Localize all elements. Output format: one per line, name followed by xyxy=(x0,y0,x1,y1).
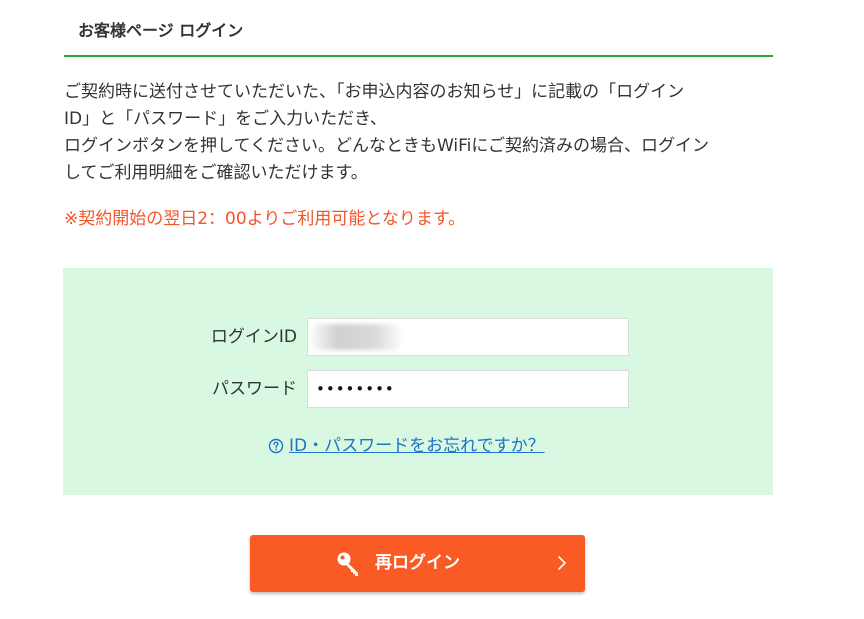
forgot-link-text[interactable]: ID・パスワードをお忘れですか？ xyxy=(289,435,545,457)
intro-line: してご利用明細をご確認いただけます。 xyxy=(64,163,368,183)
password-label: パスワード xyxy=(212,379,297,399)
password-input[interactable] xyxy=(307,370,629,408)
forgot-credentials-link[interactable]: ID・パスワードをお忘れですか？ xyxy=(268,435,545,457)
relogin-button[interactable]: 再ログイン xyxy=(250,535,585,592)
intro-line: ご契約時に送付させていただいた、「お申込内容のお知らせ」に記載の「ログイン xyxy=(64,82,685,102)
question-circle-icon xyxy=(268,438,284,454)
intro-text: ご契約時に送付させていただいた、「お申込内容のお知らせ」に記載の「ログイン ID… xyxy=(64,79,773,187)
login-form-panel: ログインID パスワード ID・パスワードをお忘れですか？ xyxy=(63,268,773,495)
page-title-bar: お客様ページ ログイン xyxy=(64,0,773,57)
intro-line: ログインボタンを押してください。どんなときもWiFiにご契約済みの場合、ログイン xyxy=(64,136,710,156)
relogin-button-label: 再ログイン xyxy=(375,553,460,573)
chevron-right-icon xyxy=(558,556,566,570)
intro-line: ID」と「パスワード」をご入力いただき、 xyxy=(64,109,387,129)
key-icon xyxy=(337,552,358,576)
page-title: お客様ページ ログイン xyxy=(78,21,244,40)
redacted-id-mask xyxy=(311,324,401,350)
availability-notice: ※契約開始の翌日2：00よりご利用可能となります。 xyxy=(64,209,466,229)
login-id-label: ログインID xyxy=(210,327,297,347)
